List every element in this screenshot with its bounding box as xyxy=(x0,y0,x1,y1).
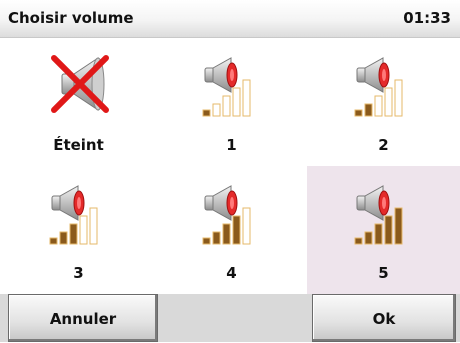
volume-option-4[interactable]: 4 xyxy=(155,166,308,294)
volume-bar xyxy=(354,109,363,117)
ok-button[interactable]: Ok xyxy=(312,294,456,342)
speaker-volume-2-icon xyxy=(354,57,403,117)
volume-bar xyxy=(222,223,231,245)
volume-bar xyxy=(242,79,251,117)
volume-bar xyxy=(69,223,78,245)
page-title: Choisir volume xyxy=(8,9,134,27)
volume-bar xyxy=(364,103,373,117)
volume-bar xyxy=(212,231,221,245)
volume-option-3[interactable]: 3 xyxy=(2,166,155,294)
volume-option-label: Éteint xyxy=(53,136,104,154)
volume-bar xyxy=(374,95,383,117)
title-bar: Choisir volume 01:33 xyxy=(0,0,460,38)
volume-option-label: 2 xyxy=(378,136,389,154)
volume-bar xyxy=(394,207,403,245)
speaker-glyph xyxy=(204,185,238,221)
speaker-glyph xyxy=(356,57,390,93)
volume-bar xyxy=(212,103,221,117)
volume-bar xyxy=(59,231,68,245)
speaker-volume-5-icon xyxy=(354,185,403,245)
speaker-glyph xyxy=(356,185,390,221)
volume-option-label: 1 xyxy=(226,136,237,154)
volume-bar xyxy=(222,95,231,117)
volume-option-5[interactable]: 5 xyxy=(307,166,460,294)
speaker-glyph xyxy=(51,185,85,221)
volume-bar xyxy=(202,237,211,245)
speaker-volume-3-icon xyxy=(49,185,98,245)
volume-options-grid: Éteint 1 2 3 4 5 xyxy=(0,38,460,294)
volume-bar xyxy=(354,237,363,245)
volume-bar xyxy=(242,207,251,245)
volume-bar xyxy=(394,79,403,117)
speaker-glyph xyxy=(204,57,238,93)
cancel-button[interactable]: Annuler xyxy=(8,294,158,342)
clock: 01:33 xyxy=(403,9,451,27)
speaker-volume-4-icon xyxy=(202,185,251,245)
volume-bar xyxy=(79,215,88,245)
button-bar: Annuler Ok xyxy=(0,294,460,342)
volume-option-label: 4 xyxy=(226,264,237,282)
volume-bar xyxy=(49,237,58,245)
speaker-muted-icon xyxy=(51,55,109,113)
volume-bar xyxy=(374,223,383,245)
volume-option-label: 5 xyxy=(378,264,389,282)
button-bar-spacer xyxy=(158,294,312,342)
volume-option-1[interactable]: 1 xyxy=(155,38,308,166)
speaker-volume-1-icon xyxy=(202,57,251,117)
volume-bar xyxy=(202,109,211,117)
volume-bar xyxy=(384,87,393,117)
volume-bar xyxy=(364,231,373,245)
volume-option-off[interactable]: Éteint xyxy=(2,38,155,166)
volume-option-label: 3 xyxy=(73,264,84,282)
volume-bar xyxy=(232,215,241,245)
volume-bar xyxy=(384,215,393,245)
volume-option-2[interactable]: 2 xyxy=(307,38,460,166)
volume-bar xyxy=(89,207,98,245)
volume-bar xyxy=(232,87,241,117)
